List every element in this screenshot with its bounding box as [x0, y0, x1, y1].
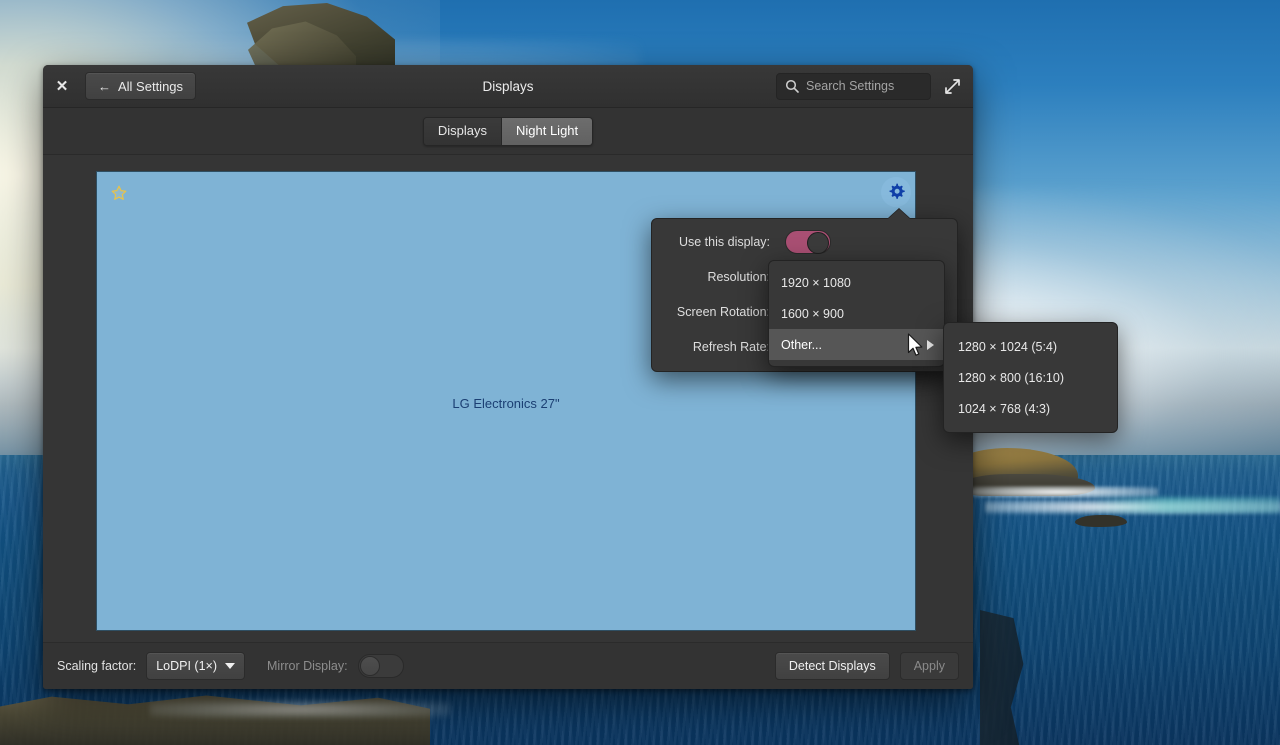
popover-row-use-this-display: Use this display: — [652, 225, 957, 259]
display-settings-gear-button[interactable] — [881, 177, 911, 207]
menu-item-label: 1600 × 900 — [781, 306, 844, 321]
chevron-down-icon — [225, 663, 236, 669]
menu-item-label: 1024 × 768 (4:3) — [958, 401, 1051, 416]
search-settings-box[interactable] — [776, 72, 931, 100]
displays-settings-window: ✕ ← All Settings Displays Search Setting… — [43, 65, 973, 689]
popover-arrow — [888, 209, 910, 219]
menu-item-resolution-1280x1024[interactable]: 1280 × 1024 (5:4) — [944, 331, 1117, 362]
scaling-factor-dropdown[interactable]: LoDPI (1×) — [146, 652, 246, 680]
arrow-left-icon: ← — [98, 78, 111, 94]
scaling-factor-label: Scaling factor: — [57, 659, 137, 673]
window-headerbar: ✕ ← All Settings Displays — [43, 65, 973, 108]
primary-display-star-icon — [111, 185, 127, 200]
refresh-rate-label: Refresh Rate: — [692, 340, 770, 354]
resolution-other-submenu: 1280 × 1024 (5:4) 1280 × 800 (16:10) 102… — [943, 322, 1118, 433]
maximize-icon — [944, 78, 960, 94]
apply-button[interactable]: Apply — [899, 652, 959, 680]
maximize-window-button[interactable] — [939, 73, 965, 99]
view-switcher: Displays Night Light — [43, 108, 973, 155]
detect-displays-label: Detect Displays — [788, 659, 876, 673]
resolution-label: Resolution: — [707, 270, 770, 284]
menu-item-label: 1280 × 1024 (5:4) — [958, 339, 1058, 354]
resolution-dropdown-menu: 1920 × 1080 1600 × 900 Other... — [768, 260, 945, 367]
wallpaper-small-rock — [1075, 515, 1127, 527]
bottom-action-bar: Scaling factor: LoDPI (1×) Mirror Displa… — [43, 642, 973, 689]
wallpaper-shallow-water — [1090, 497, 1280, 513]
menu-item-resolution-1280x800[interactable]: 1280 × 800 (16:10) — [944, 362, 1117, 393]
tab-night-light[interactable]: Night Light — [500, 117, 593, 145]
use-this-display-toggle[interactable] — [785, 230, 831, 254]
menu-item-resolution-1024x768[interactable]: 1024 × 768 (4:3) — [944, 393, 1117, 424]
menu-item-label: Other... — [781, 337, 822, 352]
mirror-display-label: Mirror Display: — [267, 659, 348, 673]
menu-item-label: 1920 × 1080 — [781, 275, 851, 290]
search-icon — [785, 79, 799, 93]
tab-displays[interactable]: Displays — [423, 117, 501, 145]
detect-displays-button[interactable]: Detect Displays — [774, 652, 890, 680]
all-settings-back-button[interactable]: ← All Settings — [85, 72, 197, 100]
menu-item-resolution-other[interactable]: Other... — [769, 329, 944, 360]
tab-group: Displays Night Light — [422, 116, 594, 146]
menu-item-resolution-1600x900[interactable]: 1600 × 900 — [769, 298, 944, 329]
apply-label: Apply — [913, 659, 945, 673]
use-this-display-label: Use this display: — [678, 235, 770, 249]
screen-rotation-label: Screen Rotation: — [676, 305, 770, 319]
chevron-right-icon — [927, 339, 934, 350]
toggle-knob — [807, 232, 829, 254]
all-settings-label: All Settings — [118, 78, 184, 94]
gear-icon — [889, 183, 905, 199]
toggle-knob — [359, 656, 380, 676]
menu-item-resolution-1920x1080[interactable]: 1920 × 1080 — [769, 267, 944, 298]
close-window-button[interactable]: ✕ — [43, 65, 81, 108]
headerbar-right-group — [776, 72, 973, 100]
close-icon: ✕ — [55, 77, 69, 95]
search-input[interactable] — [806, 79, 922, 93]
monitor-name-label: LG Electronics 27" — [452, 396, 560, 411]
scaling-factor-value: LoDPI (1×) — [156, 659, 218, 673]
wallpaper-foreground-surf — [150, 700, 450, 718]
mirror-display-toggle[interactable] — [357, 654, 404, 678]
menu-item-label: 1280 × 800 (16:10) — [958, 370, 1064, 385]
